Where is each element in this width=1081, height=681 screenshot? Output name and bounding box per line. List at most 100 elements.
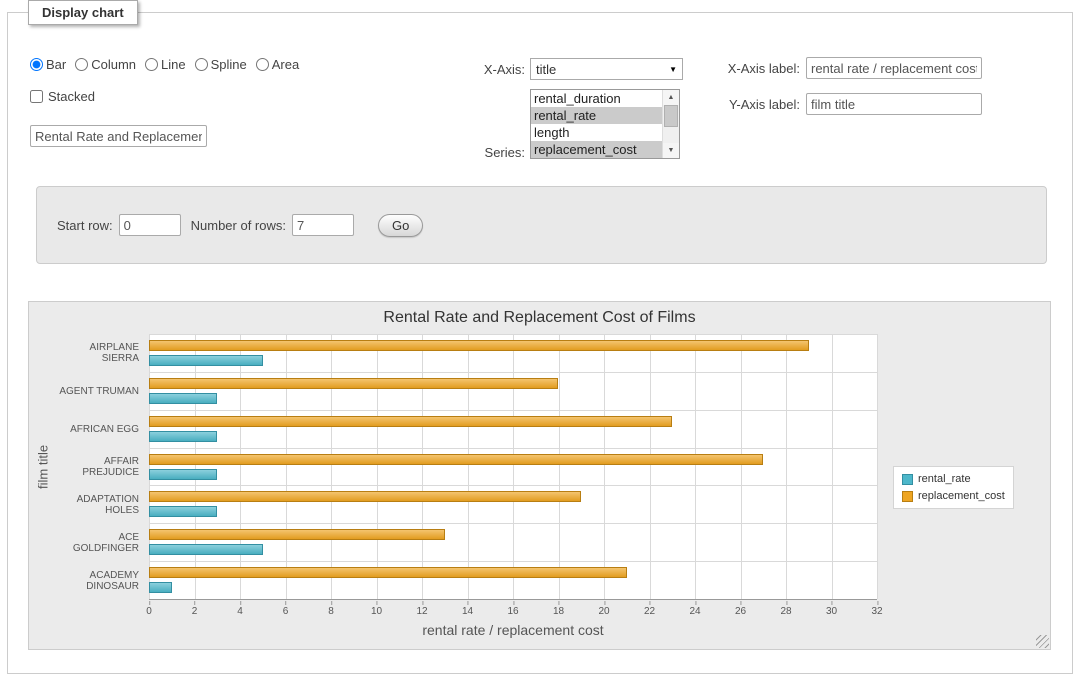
series-option-rental_duration[interactable]: rental_duration (531, 90, 662, 107)
category-label: AFFAIR PREJUDICE (55, 448, 145, 486)
legend-swatch (902, 474, 913, 485)
chart-type-option-column[interactable]: Column (75, 57, 136, 72)
category-label: ADAPTATION HOLES (55, 486, 145, 524)
category-label: ACE GOLDFINGER (55, 524, 145, 562)
stacked-checkbox-row[interactable]: Stacked (30, 89, 95, 104)
chart-type-option-bar[interactable]: Bar (30, 57, 66, 72)
legend-label: rental_rate (918, 473, 971, 485)
xaxis-select-label: X-Axis: (445, 62, 525, 77)
series-option-rental_rate[interactable]: rental_rate (531, 107, 662, 124)
stacked-label: Stacked (48, 89, 95, 104)
chart-type-option-line[interactable]: Line (145, 57, 186, 72)
bar-replacement_cost (149, 378, 558, 389)
y-axis-title: film title (31, 334, 55, 600)
x-ticks: 02468101214161820222426283032 (149, 601, 877, 619)
x-tick-label: 20 (598, 606, 609, 617)
bar-rental_rate (149, 582, 172, 593)
xaxis-select[interactable]: title ▼ (530, 58, 683, 80)
bar-replacement_cost (149, 567, 627, 578)
bar-rental_rate (149, 544, 263, 555)
bar-rental_rate (149, 355, 263, 366)
legend-swatch (902, 491, 913, 502)
display-chart-panel: Display chart BarColumnLineSplineArea St… (7, 12, 1073, 674)
series-listbox-options: rental_durationrental_ratelengthreplacem… (531, 90, 662, 158)
stacked-checkbox[interactable] (30, 90, 43, 103)
bar-replacement_cost (149, 340, 809, 351)
bar-group (149, 448, 877, 486)
bar-rental_rate (149, 393, 217, 404)
bar-group (149, 372, 877, 410)
scrollbar-thumb[interactable] (664, 105, 678, 127)
radio-area[interactable] (256, 58, 269, 71)
listbox-scrollbar[interactable]: ▲ ▼ (662, 90, 679, 158)
x-tick-label: 0 (146, 606, 152, 617)
chart-type-option-spline[interactable]: Spline (195, 57, 247, 72)
start-row-label: Start row: (57, 218, 113, 233)
plot-area (149, 334, 877, 600)
radio-column[interactable] (75, 58, 88, 71)
x-tick-label: 12 (416, 606, 427, 617)
series-option-length[interactable]: length (531, 124, 662, 141)
radio-spline[interactable] (195, 58, 208, 71)
category-labels: AIRPLANE SIERRAAGENT TRUMANAFRICAN EGGAF… (55, 334, 145, 600)
yaxis-label-label: Y-Axis label: (698, 97, 800, 112)
chart-type-option-area[interactable]: Area (256, 57, 299, 72)
bar-group (149, 410, 877, 448)
x-tick-label: 6 (283, 606, 289, 617)
x-tick-label: 30 (826, 606, 837, 617)
chevron-down-icon: ▼ (669, 65, 677, 74)
bar-replacement_cost (149, 454, 763, 465)
x-tick-label: 16 (507, 606, 518, 617)
chart-type-label: Bar (46, 57, 66, 72)
xaxis-label-input[interactable] (806, 57, 982, 79)
chart-type-label: Area (272, 57, 299, 72)
scroll-down-icon[interactable]: ▼ (663, 143, 679, 158)
rows-panel: Start row: Number of rows: Go (36, 186, 1047, 264)
x-tick-label: 22 (644, 606, 655, 617)
bar-group (149, 561, 877, 599)
bar-rental_rate (149, 506, 217, 517)
chart-type-label: Column (91, 57, 136, 72)
bar-group (149, 523, 877, 561)
chart-title-input[interactable] (30, 125, 207, 147)
legend-item-replacement_cost[interactable]: replacement_cost (902, 490, 1005, 502)
scroll-up-icon[interactable]: ▲ (663, 90, 679, 105)
bar-replacement_cost (149, 491, 581, 502)
start-row-input[interactable] (119, 214, 181, 236)
yaxis-label-input[interactable] (806, 93, 982, 115)
radio-line[interactable] (145, 58, 158, 71)
bar-group (149, 334, 877, 372)
xaxis-label-label: X-Axis label: (698, 61, 800, 76)
bar-group (149, 485, 877, 523)
x-tick-label: 24 (689, 606, 700, 617)
x-tick-label: 26 (735, 606, 746, 617)
chart-legend: rental_rate replacement_cost (893, 466, 1014, 509)
x-tick-label: 18 (553, 606, 564, 617)
series-listbox[interactable]: rental_durationrental_ratelengthreplacem… (530, 89, 680, 159)
chart-type-label: Spline (211, 57, 247, 72)
x-gridline (877, 334, 878, 599)
category-label: AFRICAN EGG (55, 410, 145, 448)
x-tick-label: 4 (237, 606, 243, 617)
category-label: AIRPLANE SIERRA (55, 334, 145, 372)
x-tick-label: 10 (371, 606, 382, 617)
chart-type-label: Line (161, 57, 186, 72)
bar-rental_rate (149, 469, 217, 480)
legend-item-rental_rate[interactable]: rental_rate (902, 473, 1005, 485)
legend-label: replacement_cost (918, 490, 1005, 502)
category-label: AGENT TRUMAN (55, 372, 145, 410)
series-option-replacement_cost[interactable]: replacement_cost (531, 141, 662, 158)
x-tick-label: 14 (462, 606, 473, 617)
radio-bar[interactable] (30, 58, 43, 71)
resize-handle[interactable] (1036, 635, 1049, 648)
x-tick-label: 28 (780, 606, 791, 617)
series-label: Series: (445, 145, 525, 160)
chart-container: Rental Rate and Replacement Cost of Film… (28, 301, 1051, 650)
num-rows-input[interactable] (292, 214, 354, 236)
go-button[interactable]: Go (378, 214, 423, 237)
x-axis-title: rental rate / replacement cost (149, 622, 877, 638)
bar-rental_rate (149, 431, 217, 442)
xaxis-select-value: title (536, 62, 556, 77)
num-rows-label: Number of rows: (191, 218, 286, 233)
x-tick-label: 32 (871, 606, 882, 617)
